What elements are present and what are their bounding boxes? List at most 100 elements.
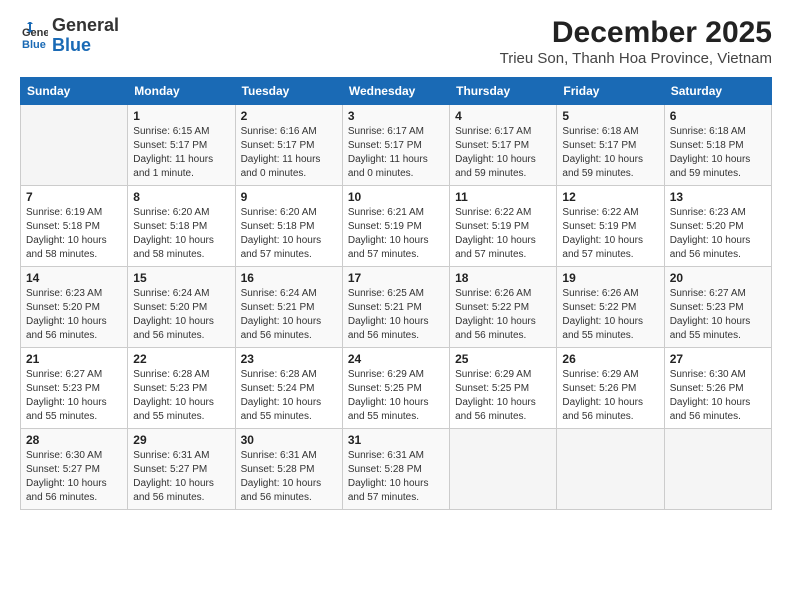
day-cell: 9 Sunrise: 6:20 AMSunset: 5:18 PMDaylight… — [235, 186, 342, 267]
day-cell: 14 Sunrise: 6:23 AMSunset: 5:20 PMDayligh… — [21, 267, 128, 348]
day-cell: 27 Sunrise: 6:30 AMSunset: 5:26 PMDayligh… — [664, 348, 771, 429]
day-cell: 12 Sunrise: 6:22 AMSunset: 5:19 PMDayligh… — [557, 186, 664, 267]
day-info: Sunrise: 6:19 AMSunset: 5:18 PMDaylight:… — [26, 206, 122, 262]
day-info: Sunrise: 6:30 AMSunset: 5:27 PMDaylight:… — [26, 449, 122, 505]
day-number: 19 — [562, 271, 658, 285]
weekday-header-thursday: Thursday — [450, 78, 557, 105]
calendar-body: 1Sunrise: 6:15 AMSunset: 5:17 PMDaylight… — [21, 105, 772, 510]
day-info: Sunrise: 6:17 AMSunset: 5:17 PMDaylight:… — [348, 125, 444, 181]
calendar-table: SundayMondayTuesdayWednesdayThursdayFrid… — [20, 77, 772, 510]
header-area: General Blue General Blue December 2025 … — [20, 16, 772, 67]
day-number: 6 — [670, 109, 766, 123]
day-cell: 26Sunrise: 6:29 AMSunset: 5:26 PMDayligh… — [557, 348, 664, 429]
day-number: 22 — [133, 352, 229, 366]
day-info: Sunrise: 6:31 AMSunset: 5:28 PMDaylight:… — [348, 449, 444, 505]
day-cell: 29 Sunrise: 6:31 AMSunset: 5:27 PMDayligh… — [128, 429, 235, 510]
calendar-header: SundayMondayTuesdayWednesdayThursdayFrid… — [21, 78, 772, 105]
day-number: 17 — [348, 271, 444, 285]
day-number: 20 — [670, 271, 766, 285]
day-cell: 6 Sunrise: 6:18 AMSunset: 5:18 PMDaylight… — [664, 105, 771, 186]
day-cell: 16Sunrise: 6:24 AMSunset: 5:21 PMDayligh… — [235, 267, 342, 348]
day-info: Sunrise: 6:27 AMSunset: 5:23 PMDaylight:… — [26, 368, 122, 424]
day-cell: 22Sunrise: 6:28 AMSunset: 5:23 PMDayligh… — [128, 348, 235, 429]
day-number: 29 — [133, 433, 229, 447]
day-number: 7 — [26, 190, 122, 204]
day-cell: 4 Sunrise: 6:17 AMSunset: 5:17 PMDaylight… — [450, 105, 557, 186]
day-cell — [664, 429, 771, 510]
day-number: 5 — [562, 109, 658, 123]
day-info: Sunrise: 6:25 AMSunset: 5:21 PMDaylight:… — [348, 287, 444, 343]
day-cell: 1Sunrise: 6:15 AMSunset: 5:17 PMDaylight… — [128, 105, 235, 186]
day-cell: 7 Sunrise: 6:19 AMSunset: 5:18 PMDaylight… — [21, 186, 128, 267]
day-number: 10 — [348, 190, 444, 204]
weekday-header-wednesday: Wednesday — [342, 78, 449, 105]
day-info: Sunrise: 6:15 AMSunset: 5:17 PMDaylight:… — [133, 125, 229, 181]
day-number: 15 — [133, 271, 229, 285]
day-info: Sunrise: 6:23 AMSunset: 5:20 PMDaylight:… — [26, 287, 122, 343]
day-info: Sunrise: 6:26 AMSunset: 5:22 PMDaylight:… — [455, 287, 551, 343]
day-number: 21 — [26, 352, 122, 366]
day-cell: 11 Sunrise: 6:22 AMSunset: 5:19 PMDayligh… — [450, 186, 557, 267]
day-number: 8 — [133, 190, 229, 204]
day-info: Sunrise: 6:31 AMSunset: 5:28 PMDaylight:… — [241, 449, 337, 505]
day-info: Sunrise: 6:24 AMSunset: 5:20 PMDaylight:… — [133, 287, 229, 343]
day-number: 3 — [348, 109, 444, 123]
day-number: 18 — [455, 271, 551, 285]
day-info: Sunrise: 6:20 AMSunset: 5:18 PMDaylight:… — [133, 206, 229, 262]
day-info: Sunrise: 6:29 AMSunset: 5:25 PMDaylight:… — [455, 368, 551, 424]
day-info: Sunrise: 6:16 AMSunset: 5:17 PMDaylight:… — [241, 125, 337, 181]
day-number: 27 — [670, 352, 766, 366]
day-number: 14 — [26, 271, 122, 285]
weekday-header-tuesday: Tuesday — [235, 78, 342, 105]
weekday-row: SundayMondayTuesdayWednesdayThursdayFrid… — [21, 78, 772, 105]
weekday-header-saturday: Saturday — [664, 78, 771, 105]
weekday-header-sunday: Sunday — [21, 78, 128, 105]
day-info: Sunrise: 6:31 AMSunset: 5:27 PMDaylight:… — [133, 449, 229, 505]
day-cell: 23 Sunrise: 6:28 AMSunset: 5:24 PMDayligh… — [235, 348, 342, 429]
title-area: December 2025 Trieu Son, Thanh Hoa Provi… — [500, 16, 772, 67]
day-number: 30 — [241, 433, 337, 447]
day-number: 31 — [348, 433, 444, 447]
day-number: 12 — [562, 190, 658, 204]
day-info: Sunrise: 6:29 AMSunset: 5:26 PMDaylight:… — [562, 368, 658, 424]
day-number: 9 — [241, 190, 337, 204]
day-cell: 3 Sunrise: 6:17 AMSunset: 5:17 PMDaylight… — [342, 105, 449, 186]
day-number: 23 — [241, 352, 337, 366]
day-info: Sunrise: 6:22 AMSunset: 5:19 PMDaylight:… — [562, 206, 658, 262]
week-row-1: 1Sunrise: 6:15 AMSunset: 5:17 PMDaylight… — [21, 105, 772, 186]
day-cell: 5Sunrise: 6:18 AMSunset: 5:17 PMDaylight… — [557, 105, 664, 186]
month-title: December 2025 — [500, 16, 772, 50]
day-number: 11 — [455, 190, 551, 204]
day-number: 28 — [26, 433, 122, 447]
day-info: Sunrise: 6:22 AMSunset: 5:19 PMDaylight:… — [455, 206, 551, 262]
logo-blue: Blue — [52, 36, 119, 56]
day-cell: 20Sunrise: 6:27 AMSunset: 5:23 PMDayligh… — [664, 267, 771, 348]
svg-text:General: General — [22, 27, 48, 39]
day-cell: 15 Sunrise: 6:24 AMSunset: 5:20 PMDayligh… — [128, 267, 235, 348]
day-info: Sunrise: 6:26 AMSunset: 5:22 PMDaylight:… — [562, 287, 658, 343]
day-cell: 21 Sunrise: 6:27 AMSunset: 5:23 PMDayligh… — [21, 348, 128, 429]
day-cell: 24Sunrise: 6:29 AMSunset: 5:25 PMDayligh… — [342, 348, 449, 429]
day-cell: 17 Sunrise: 6:25 AMSunset: 5:21 PMDayligh… — [342, 267, 449, 348]
day-cell: 8 Sunrise: 6:20 AMSunset: 5:18 PMDaylight… — [128, 186, 235, 267]
day-number: 4 — [455, 109, 551, 123]
week-row-4: 21 Sunrise: 6:27 AMSunset: 5:23 PMDayligh… — [21, 348, 772, 429]
day-number: 13 — [670, 190, 766, 204]
day-number: 25 — [455, 352, 551, 366]
day-cell — [450, 429, 557, 510]
day-info: Sunrise: 6:18 AMSunset: 5:18 PMDaylight:… — [670, 125, 766, 181]
day-info: Sunrise: 6:17 AMSunset: 5:17 PMDaylight:… — [455, 125, 551, 181]
day-number: 2 — [241, 109, 337, 123]
day-info: Sunrise: 6:23 AMSunset: 5:20 PMDaylight:… — [670, 206, 766, 262]
day-cell: 18 Sunrise: 6:26 AMSunset: 5:22 PMDayligh… — [450, 267, 557, 348]
day-number: 16 — [241, 271, 337, 285]
logo-icon: General Blue — [20, 22, 48, 50]
day-info: Sunrise: 6:30 AMSunset: 5:26 PMDaylight:… — [670, 368, 766, 424]
week-row-3: 14 Sunrise: 6:23 AMSunset: 5:20 PMDayligh… — [21, 267, 772, 348]
day-cell: 31 Sunrise: 6:31 AMSunset: 5:28 PMDayligh… — [342, 429, 449, 510]
day-info: Sunrise: 6:20 AMSunset: 5:18 PMDaylight:… — [241, 206, 337, 262]
day-cell: 25 Sunrise: 6:29 AMSunset: 5:25 PMDayligh… — [450, 348, 557, 429]
day-number: 24 — [348, 352, 444, 366]
day-info: Sunrise: 6:28 AMSunset: 5:24 PMDaylight:… — [241, 368, 337, 424]
day-cell — [21, 105, 128, 186]
